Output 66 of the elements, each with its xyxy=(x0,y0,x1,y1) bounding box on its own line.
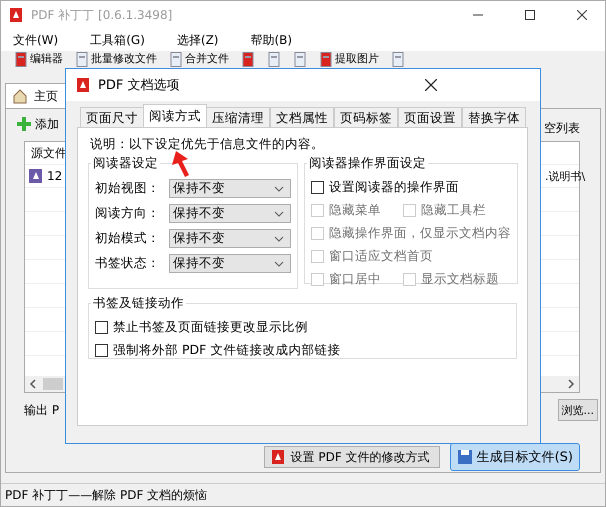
add-file-button[interactable]: 添加 xyxy=(16,116,59,132)
maximize-icon[interactable] xyxy=(525,10,535,20)
file-path: .说明书\ xyxy=(545,168,586,184)
pdf-gear-icon xyxy=(270,449,287,465)
dialog-icon xyxy=(76,77,92,93)
window-title: PDF 补丁丁 [0.6.1.3498] xyxy=(31,6,174,24)
browse-button[interactable]: 浏览... xyxy=(558,399,598,421)
tab[interactable]: 阅读方式 xyxy=(143,104,207,127)
document-icon[interactable] xyxy=(169,52,183,66)
group-title: 书签及链接动作 xyxy=(92,295,185,312)
dialog-title: PDF 文档选项 xyxy=(98,77,180,94)
home-icon xyxy=(12,88,28,104)
toolbar-button[interactable]: 编辑器 xyxy=(11,52,66,66)
field-label: 初始模式： xyxy=(95,230,161,247)
menu-item[interactable]: 帮助(B) xyxy=(240,32,302,48)
dropdown[interactable]: 保持不变 xyxy=(169,229,291,248)
toolbar-button[interactable]: 合并文件 xyxy=(166,52,232,66)
app-icon xyxy=(9,7,25,23)
dropdown[interactable]: 保持不变 xyxy=(169,179,291,198)
chevron-down-icon xyxy=(274,260,284,266)
tab[interactable]: 页面尺寸 xyxy=(80,107,144,127)
checkbox[interactable]: 强制将外部 PDF 文件链接改成内部链接 xyxy=(95,342,340,359)
pdf-document-icon[interactable] xyxy=(241,52,255,66)
pdf-document-icon[interactable] xyxy=(14,52,28,66)
chevron-down-icon xyxy=(274,210,284,216)
menu-item[interactable]: 工具箱(G) xyxy=(80,32,155,48)
generate-button[interactable]: 生成目标文件(S) xyxy=(450,443,580,471)
menu-item[interactable]: 选择(Z) xyxy=(166,32,228,48)
tab[interactable]: 页码标签 xyxy=(334,107,398,127)
document-icon[interactable] xyxy=(75,52,89,66)
checkbox[interactable]: 设置阅读器的操作界面 xyxy=(311,179,459,196)
document-icon[interactable] xyxy=(267,52,281,66)
plus-icon xyxy=(16,116,32,132)
tab[interactable]: 压缩清理 xyxy=(206,107,270,127)
document-icon[interactable] xyxy=(391,52,405,66)
close-icon[interactable] xyxy=(425,79,437,91)
toolbar-button[interactable]: 提取图片 xyxy=(316,52,382,66)
checkbox[interactable]: 禁止书签及页面链接更改显示比例 xyxy=(95,319,308,336)
document-icon[interactable] xyxy=(293,52,307,66)
note-text: 说明：以下设定优先于信息文件的内容。 xyxy=(90,136,325,153)
close-icon[interactable] xyxy=(577,10,587,20)
output-label: 输出 P xyxy=(24,402,60,418)
toolbar-button[interactable]: 批量修改文件 xyxy=(72,52,160,66)
save-icon xyxy=(456,449,473,465)
group-title: 阅读器设定 xyxy=(92,155,159,172)
field-label: 阅读方向： xyxy=(95,205,161,222)
chevron-down-icon xyxy=(274,236,284,242)
modify-mode-button[interactable]: 设置 PDF 文件的修改方式 xyxy=(264,446,440,468)
scroll-right-icon[interactable] xyxy=(567,379,575,389)
field-label: 书签状态： xyxy=(95,255,161,272)
field-label: 初始视图： xyxy=(95,180,161,197)
menu-item[interactable]: 文件(W) xyxy=(3,32,68,48)
pdf-document-icon[interactable] xyxy=(319,52,333,66)
tab[interactable]: 替换字体 xyxy=(462,107,526,127)
scrollbar-thumb[interactable] xyxy=(43,378,63,390)
file-name: 12 xyxy=(47,169,62,183)
pdf-file-icon xyxy=(29,168,43,184)
status-bar: PDF 补丁丁——解除 PDF 文档的烦恼 xyxy=(1,483,605,506)
dropdown[interactable]: 保持不变 xyxy=(169,254,291,273)
group-title: 阅读器操作界面设定 xyxy=(308,155,427,172)
dropdown[interactable]: 保持不变 xyxy=(169,204,291,223)
clear-list-button[interactable]: 空列表 xyxy=(544,112,580,136)
scroll-left-icon[interactable] xyxy=(29,379,37,389)
tab[interactable]: 页面设置 xyxy=(398,107,462,127)
tab[interactable]: 文档属性 xyxy=(270,107,334,127)
chevron-down-icon xyxy=(274,186,284,192)
